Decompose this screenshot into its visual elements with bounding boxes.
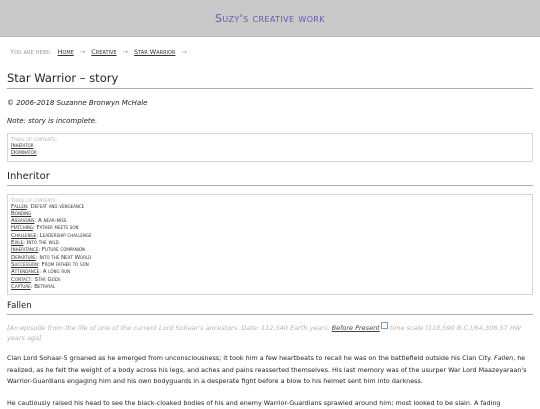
toc-item: Dominator xyxy=(11,150,529,157)
breadcrumb: You are here: Home → Creative → Star War… xyxy=(0,37,540,61)
toc-description: : Into the wild xyxy=(23,240,59,247)
toc-description: : A near-miss xyxy=(34,218,67,225)
breadcrumb-arrow-icon: → xyxy=(181,48,187,56)
breadcrumb-creative-link[interactable]: Creative xyxy=(91,48,116,56)
story-paragraph: He cautiously raised his head to see the… xyxy=(7,398,533,409)
copyright-text: © 2006-2018 Suzanne Bronwyn McHale xyxy=(7,99,148,107)
toc-description: : Into the Next World xyxy=(35,254,92,261)
section-heading-inheritor: Inheritor xyxy=(7,171,533,186)
toc-link[interactable]: Exile xyxy=(11,240,23,246)
paragraph-text: Clan Lord Sohaar-5 groaned as he emerged… xyxy=(7,354,495,363)
toc-item: Attendance: A long run xyxy=(11,269,529,276)
chapter-epigraph: [An episode from the life of one of the … xyxy=(7,322,533,343)
toc-description: : Father meets son xyxy=(32,225,79,232)
toc-item: Exile: Into the wild xyxy=(11,240,529,247)
toc-item: Assassins: A near-miss xyxy=(11,218,529,225)
toc-description: : Betrayal xyxy=(30,283,56,290)
paragraph-emphasis: Fallen xyxy=(494,354,514,363)
toc-item: Succession: From father to son xyxy=(11,262,529,269)
toc-link[interactable]: Fallen xyxy=(11,204,27,210)
toc-link[interactable]: Inheritance xyxy=(11,247,38,253)
toc-description: : Future companion xyxy=(38,247,86,254)
toc-link[interactable]: Assassins xyxy=(11,218,34,224)
site-title[interactable]: Suzy's creative work xyxy=(215,12,325,25)
toc-link[interactable]: Challenge xyxy=(11,233,36,239)
toc-link[interactable]: Attendance xyxy=(11,269,39,275)
main-content: Star Warrior – story © 2006-2018 Suzanne… xyxy=(0,71,540,409)
breadcrumb-star-warrior-link[interactable]: Star Warrior xyxy=(134,48,175,56)
section-heading-fallen: Fallen xyxy=(7,301,533,316)
paragraph-text: He cautiously raised his head to see the… xyxy=(7,398,501,407)
toc-item: Challenge: Leadership challenge xyxy=(11,233,529,240)
epigraph-text: [An episode from the life of one of the … xyxy=(7,324,332,333)
toc-description: : Leadership challenge xyxy=(36,232,92,239)
story-paragraph: Clan Lord Sohaar-5 groaned as he emerged… xyxy=(7,353,533,388)
toc-item: Inheritance: Future companion xyxy=(11,247,529,254)
before-present-link[interactable]: Before Present xyxy=(332,324,380,332)
site-header: Suzy's creative work xyxy=(0,0,540,37)
toc-item: Fallen: Defeat and vengeance xyxy=(11,204,529,211)
toc-item: Bonding xyxy=(11,211,529,218)
toc-description: : Star Gods xyxy=(31,276,61,283)
toc-description: : A long run xyxy=(39,269,71,276)
toc-item: Hatching: Father meets son xyxy=(11,225,529,232)
toc-description: : Defeat and vengeance xyxy=(26,203,85,210)
toc-link-dominator[interactable]: Dominator xyxy=(11,150,37,156)
page-title: Star Warrior – story xyxy=(7,71,533,89)
toc-description: : From father to son xyxy=(37,261,89,268)
toc-link[interactable]: Contact xyxy=(11,277,31,283)
breadcrumb-home-link[interactable]: Home xyxy=(58,48,74,56)
external-link-icon xyxy=(380,322,388,330)
toc-link[interactable]: Hatching xyxy=(11,225,33,231)
toc-item: Inheritor xyxy=(11,143,529,150)
toc-link[interactable]: Capture xyxy=(11,284,31,290)
toc-link[interactable]: Bonding xyxy=(11,211,31,217)
breadcrumb-arrow-icon: → xyxy=(122,48,129,56)
toc-link[interactable]: Succession xyxy=(11,262,38,268)
table-of-contents-inheritor: Table of contents: Fallen: Defeat and ve… xyxy=(7,193,533,296)
table-of-contents-main: Table of contents: Inheritor Dominator xyxy=(7,133,533,162)
toc-link[interactable]: Departure xyxy=(11,255,36,261)
toc-item: Capture: Betrayal xyxy=(11,284,529,291)
toc-item: Departure: Into the Next World xyxy=(11,255,529,262)
toc-link-inheritor[interactable]: Inheritor xyxy=(11,143,33,149)
toc-item: Contact: Star Gods xyxy=(11,277,529,284)
breadcrumb-arrow-icon: → xyxy=(79,48,86,56)
breadcrumb-prefix: You are here: xyxy=(10,48,52,56)
incomplete-note: Note: story is incomplete. xyxy=(7,117,98,125)
